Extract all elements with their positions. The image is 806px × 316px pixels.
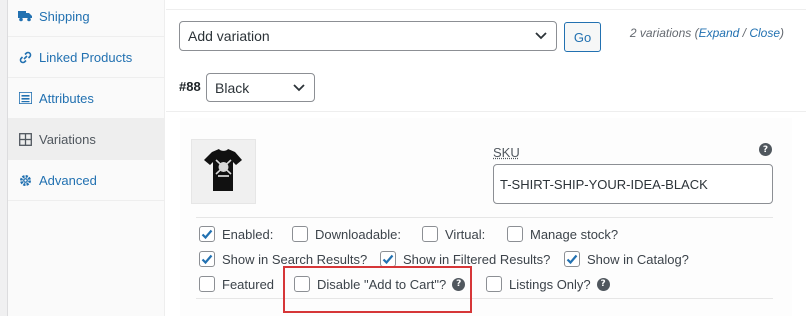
checkmark-icon	[201, 254, 213, 265]
count-end: )	[780, 26, 784, 40]
downloadable-option[interactable]: Downloadable:	[292, 226, 401, 242]
sidebar-item-linked-products[interactable]: Linked Products	[8, 37, 165, 78]
sidebar-item-label: Shipping	[39, 8, 90, 24]
attribute-select[interactable]: Black	[206, 73, 315, 102]
sku-label: SKU	[493, 145, 520, 160]
sidebar-item-shipping[interactable]: Shipping	[8, 0, 165, 37]
option-label: Virtual:	[445, 226, 486, 242]
sidebar-item-advanced[interactable]: Advanced	[8, 160, 165, 201]
expand-link[interactable]: Expand	[699, 26, 740, 40]
list-icon	[18, 91, 32, 105]
sidebar-item-label: Advanced	[39, 172, 97, 188]
divider	[166, 0, 806, 10]
grid-icon	[18, 132, 32, 146]
divider	[196, 217, 773, 218]
show-search-option[interactable]: Show in Search Results?	[199, 251, 367, 267]
sidebar-item-variations[interactable]: Variations	[8, 119, 165, 160]
chevron-down-icon	[535, 32, 547, 40]
show-filtered-option[interactable]: Show in Filtered Results?	[380, 251, 550, 267]
variation-action-select[interactable]: Add variation	[179, 21, 557, 51]
show-catalog-checkbox[interactable]	[564, 251, 580, 267]
slash-text: /	[739, 26, 750, 40]
listings-only-option[interactable]: Listings Only? ?	[486, 276, 610, 292]
variations-panel: Add variation Go 2 variations (Expand / …	[166, 0, 806, 316]
count-text: 2 variations (	[629, 26, 699, 40]
help-icon[interactable]: ?	[759, 143, 772, 156]
sidebar-item-attributes[interactable]: Attributes	[8, 78, 165, 119]
show-filtered-checkbox[interactable]	[380, 251, 396, 267]
listings-only-checkbox[interactable]	[486, 276, 502, 292]
option-label: Downloadable:	[315, 226, 402, 242]
help-icon[interactable]: ?	[596, 277, 610, 291]
sidebar-item-label: Linked Products	[39, 49, 133, 65]
show-search-checkbox[interactable]	[199, 251, 215, 267]
checkmark-icon	[382, 254, 394, 265]
option-label: Show in Catalog?	[587, 251, 689, 267]
checkmark-icon	[566, 254, 578, 265]
sidebar-item-label: Attributes	[39, 90, 94, 106]
variation-count: 2 variations (Expand / Close)	[630, 26, 784, 40]
chevron-down-icon	[293, 83, 305, 91]
option-label: Show in Search Results?	[222, 251, 368, 267]
option-label: Manage stock?	[530, 226, 619, 242]
checkmark-icon	[201, 229, 213, 240]
variation-image[interactable]	[191, 139, 256, 204]
close-link[interactable]: Close	[749, 26, 780, 40]
enabled-option[interactable]: Enabled:	[199, 226, 273, 242]
featured-checkbox[interactable]	[199, 276, 215, 292]
tshirt-image	[204, 149, 242, 191]
manage-stock-option[interactable]: Manage stock?	[507, 226, 618, 242]
highlight-box	[283, 266, 472, 313]
downloadable-checkbox[interactable]	[292, 226, 308, 242]
select-value: Add variation	[188, 28, 270, 44]
variation-id: #88	[179, 79, 201, 94]
sku-input[interactable]	[493, 164, 773, 204]
option-label: Show in Filtered Results?	[403, 251, 551, 267]
left-edge	[0, 0, 8, 316]
gear-icon	[18, 173, 32, 187]
virtual-option[interactable]: Virtual:	[422, 226, 485, 242]
manage-stock-checkbox[interactable]	[507, 226, 523, 242]
select-value: Black	[215, 79, 250, 96]
virtual-checkbox[interactable]	[422, 226, 438, 242]
product-data-tabs: Shipping Linked Products Attributes Vari…	[8, 0, 165, 316]
option-label: Listings Only?	[509, 276, 591, 292]
enabled-checkbox[interactable]	[199, 226, 215, 242]
go-button[interactable]: Go	[564, 22, 601, 52]
featured-option[interactable]: Featured	[199, 276, 274, 292]
divider	[166, 111, 806, 112]
sidebar-item-label: Variations	[39, 131, 96, 147]
option-label: Featured	[222, 276, 275, 292]
show-catalog-option[interactable]: Show in Catalog?	[564, 251, 689, 267]
truck-icon	[18, 9, 32, 23]
link-icon	[18, 50, 32, 64]
option-label: Enabled:	[222, 226, 274, 242]
